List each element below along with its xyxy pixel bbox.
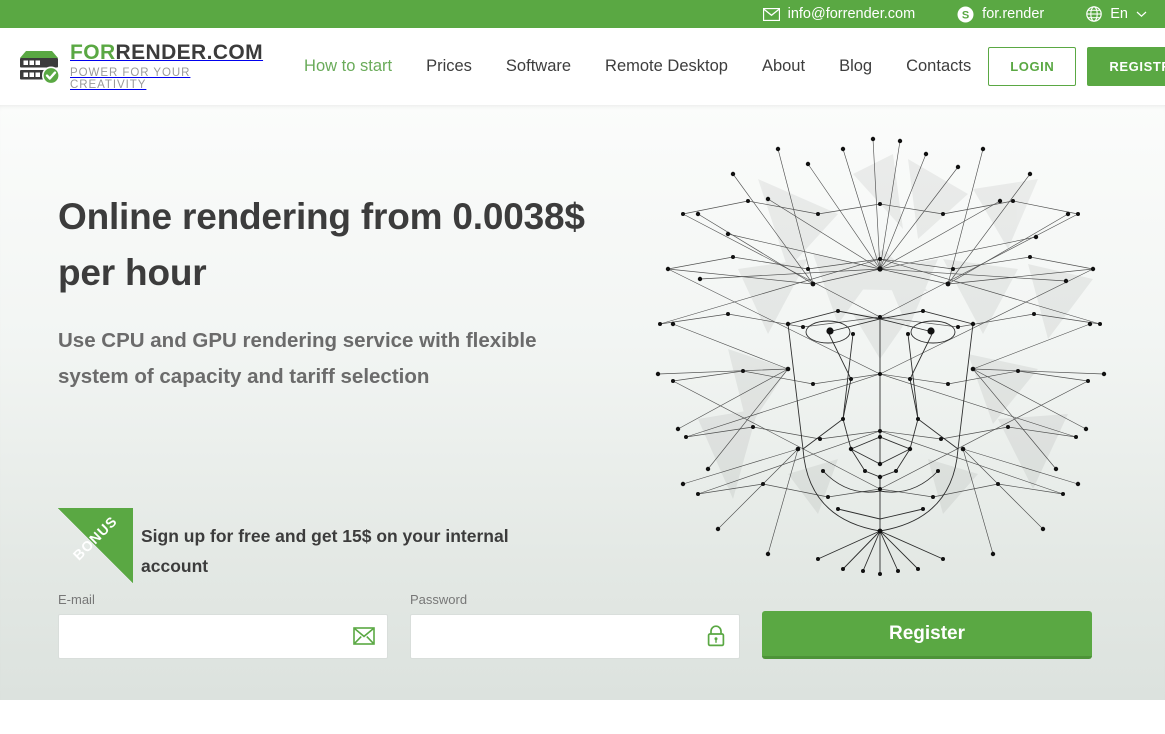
envelope-icon — [762, 7, 780, 21]
password-field-label: Password — [410, 592, 468, 607]
low-poly-lion-icon — [638, 119, 1122, 581]
nav-item-how-to-start[interactable]: How to start — [287, 57, 409, 76]
main-navigation: How to start Prices Software Remote Desk… — [287, 57, 988, 76]
password-field-group: Password — [410, 592, 740, 659]
globe-icon — [1086, 6, 1103, 22]
logo-title: FORRENDER.COM — [70, 41, 263, 64]
logo-title-for: FOR — [70, 41, 116, 64]
logo-title-rest: RENDER.COM — [115, 41, 264, 64]
topbar-email-label: info@forrender.com — [787, 6, 916, 22]
site-header: FORRENDER.COM POWER FOR YOUR CREATIVITY … — [0, 28, 1165, 105]
page-title: Online rendering from 0.0038$ per hour — [58, 196, 585, 293]
language-label: En — [1110, 6, 1128, 22]
nav-item-prices[interactable]: Prices — [409, 57, 489, 76]
language-selector[interactable]: En — [1086, 6, 1147, 22]
nav-item-software[interactable]: Software — [489, 57, 588, 76]
logo-link[interactable]: FORRENDER.COM POWER FOR YOUR CREATIVITY — [14, 42, 263, 91]
hero-subtitle: Use CPU and GPU rendering service with f… — [58, 329, 537, 389]
nav-item-remote-desktop[interactable]: Remote Desktop — [588, 57, 745, 76]
logo-wordmark: FORRENDER.COM POWER FOR YOUR CREATIVITY — [70, 42, 263, 91]
svg-text:S: S — [962, 9, 969, 21]
email-input[interactable] — [58, 614, 388, 659]
server-check-icon — [14, 47, 60, 87]
utility-topbar: info@forrender.com S for.render En — [0, 0, 1165, 28]
topbar-email-link[interactable]: info@forrender.com — [762, 6, 916, 22]
skype-icon: S — [957, 6, 974, 23]
page-bottom-strip — [0, 700, 1165, 734]
registration-form: E-mail Password Register — [58, 592, 1092, 659]
nav-item-about[interactable]: About — [745, 57, 822, 76]
bonus-ribbon: BONUS — [58, 508, 133, 583]
registration-button[interactable]: REGISTRATION — [1087, 47, 1165, 86]
chevron-down-icon — [1136, 10, 1147, 18]
password-input[interactable] — [410, 614, 740, 659]
hero-section: Online rendering from 0.0038$ per hour U… — [0, 105, 1165, 700]
logo-tagline: POWER FOR YOUR CREATIVITY — [70, 67, 191, 91]
bonus-ribbon-label: BONUS — [69, 512, 121, 564]
nav-item-contacts[interactable]: Contacts — [889, 57, 988, 76]
topbar-skype-link[interactable]: S for.render — [957, 6, 1044, 23]
register-button[interactable]: Register — [762, 611, 1092, 659]
email-field-label: E-mail — [58, 592, 95, 607]
header-actions: LOGIN REGISTRATION — [988, 47, 1165, 86]
bonus-banner: BONUS Sign up for free and get 15$ on yo… — [58, 508, 578, 583]
topbar-skype-label: for.render — [982, 6, 1045, 22]
login-button[interactable]: LOGIN — [988, 47, 1077, 86]
bonus-text: Sign up for free and get 15$ on your int… — [141, 526, 509, 577]
nav-item-blog[interactable]: Blog — [822, 57, 889, 76]
email-field-group: E-mail — [58, 592, 388, 659]
